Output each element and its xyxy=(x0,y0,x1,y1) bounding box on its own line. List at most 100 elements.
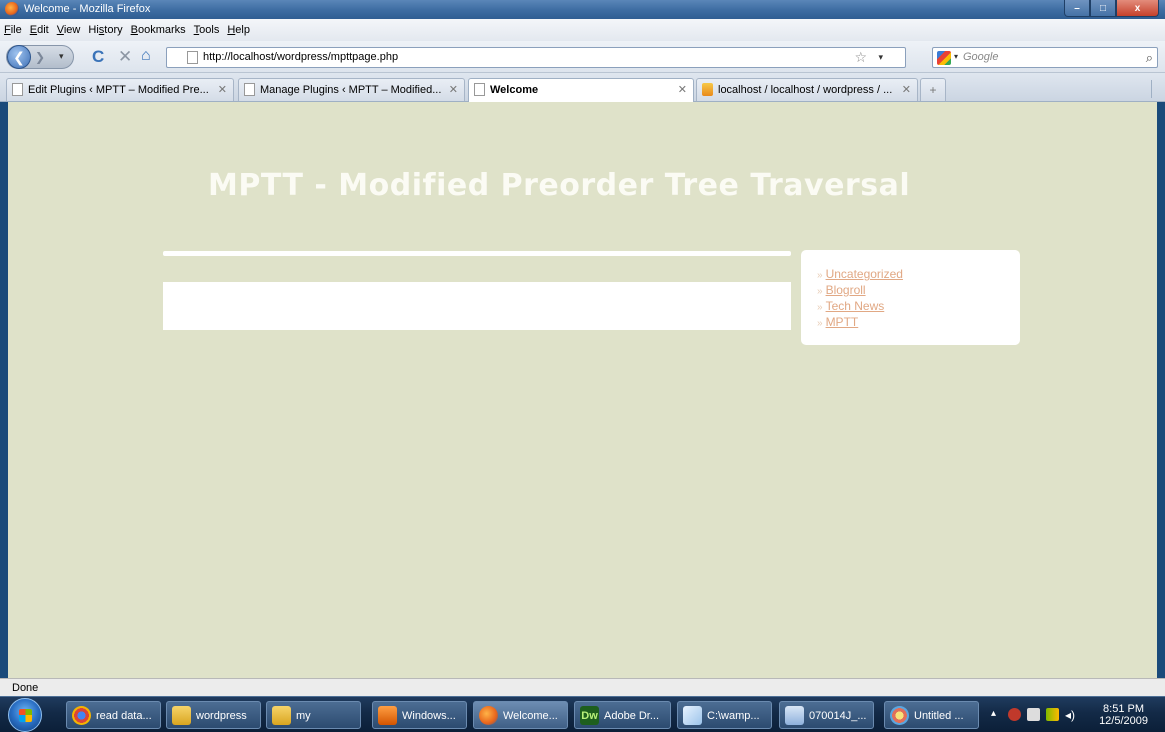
taskbar-item-label: Welcome... xyxy=(503,710,558,722)
taskbar-item-label: read data... xyxy=(96,710,152,722)
windows-taskbar: read data... wordpress my Windows... Wel… xyxy=(0,696,1165,732)
media-player-icon xyxy=(378,706,397,725)
minimize-button[interactable]: – xyxy=(1064,0,1090,17)
new-tab-button[interactable]: + xyxy=(920,78,946,101)
folder-icon xyxy=(172,706,191,725)
status-text: Done xyxy=(12,682,39,694)
close-button[interactable]: x xyxy=(1116,0,1159,17)
start-button[interactable] xyxy=(8,698,42,732)
tab-close-icon[interactable]: ✕ xyxy=(218,83,227,96)
phpmyadmin-icon xyxy=(702,83,713,96)
taskbar-item-dreamweaver[interactable]: Dw Adobe Dr... xyxy=(574,701,671,729)
word-icon xyxy=(785,706,804,725)
back-button[interactable]: ❮ xyxy=(7,45,31,69)
taskbar-item-windows-media[interactable]: Windows... xyxy=(372,701,467,729)
taskbar-item-label: Windows... xyxy=(402,710,456,722)
taskbar-item-my[interactable]: my xyxy=(266,701,361,729)
clock-date: 12/5/2009 xyxy=(1099,715,1148,727)
taskbar-item-label: my xyxy=(296,710,311,722)
taskbar-item-label: 070014J_... xyxy=(809,710,867,722)
page-icon xyxy=(12,83,23,96)
search-engine-dropdown-icon[interactable]: ▾ xyxy=(954,52,958,61)
tab-manage-plugins[interactable]: Manage Plugins ‹ MPTT – Modified... ✕ xyxy=(238,78,465,101)
taskbar-item-label: Untitled ... xyxy=(914,710,964,722)
tab-close-icon[interactable]: ✕ xyxy=(449,83,458,96)
navigation-toolbar: ❮ ❯ ▾ C ✕ ⌂ http://localhost/wordpress/m… xyxy=(0,41,1165,73)
window-titlebar[interactable]: Welcome - Mozilla Firefox – □ x xyxy=(0,0,1165,19)
tab-label: Edit Plugins ‹ MPTT – Modified Pre... xyxy=(28,84,209,96)
stop-button[interactable]: ✕ xyxy=(118,47,132,67)
tab-label: Welcome xyxy=(490,84,539,96)
url-text[interactable]: http://localhost/wordpress/mpttpage.php xyxy=(203,51,398,63)
device-icon[interactable] xyxy=(1027,708,1040,721)
menu-view[interactable]: View xyxy=(57,24,81,36)
category-item: » Uncategorized xyxy=(817,267,1020,283)
search-box[interactable]: ▾ Google ⌕ xyxy=(932,47,1158,68)
system-tray: ▴ ◂) 8:51 PM 12/5/2009 xyxy=(985,701,1162,729)
forward-button[interactable]: ❯ xyxy=(35,50,45,64)
reload-button[interactable]: C xyxy=(92,47,104,67)
search-icon[interactable]: ⌕ xyxy=(1146,50,1153,66)
taskbar-item-wamp[interactable]: C:\wamp... xyxy=(677,701,772,729)
maximize-button[interactable]: □ xyxy=(1090,0,1116,17)
bullet-icon: » xyxy=(817,270,823,281)
taskbar-item-wordpress[interactable]: wordpress xyxy=(166,701,261,729)
page-icon xyxy=(474,83,485,96)
tab-edit-plugins[interactable]: Edit Plugins ‹ MPTT – Modified Pre... ✕ xyxy=(6,78,234,101)
dreamweaver-icon: Dw xyxy=(580,706,599,725)
taskbar-item-label: C:\wamp... xyxy=(707,710,760,722)
menu-tools[interactable]: Tools xyxy=(194,24,220,36)
page-viewport: MPTT - Modified Preorder Tree Traversal … xyxy=(8,102,1157,678)
google-icon[interactable] xyxy=(937,51,951,65)
show-hidden-icons-button[interactable]: ▴ xyxy=(991,708,996,719)
status-bar: Done xyxy=(0,678,1165,696)
taskbar-item-word-doc[interactable]: 070014J_... xyxy=(779,701,874,729)
category-link-uncategorized[interactable]: Uncategorized xyxy=(826,267,903,281)
url-bar[interactable]: http://localhost/wordpress/mpttpage.php … xyxy=(166,47,906,68)
url-dropdown-icon[interactable]: ▾ xyxy=(878,52,883,63)
volume-icon[interactable]: ◂) xyxy=(1065,708,1075,722)
menu-history[interactable]: History xyxy=(88,24,122,36)
firefox-icon xyxy=(5,2,19,16)
chrome-icon xyxy=(72,706,91,725)
tab-phpmyadmin[interactable]: localhost / localhost / wordpress / ... … xyxy=(696,78,918,101)
category-item: » MPTT xyxy=(817,315,1020,331)
taskbar-item-paint[interactable]: Untitled ... xyxy=(884,701,979,729)
page-icon xyxy=(187,51,198,64)
antivirus-icon[interactable] xyxy=(1008,708,1021,721)
category-link-mptt[interactable]: MPTT xyxy=(826,315,859,329)
clock[interactable]: 8:51 PM 12/5/2009 xyxy=(1099,703,1148,727)
menu-bookmarks[interactable]: Bookmarks xyxy=(131,24,186,36)
back-arrow-icon: ❮ xyxy=(13,48,25,65)
menu-edit[interactable]: Edit xyxy=(30,24,49,36)
history-dropdown-button[interactable]: ▾ xyxy=(59,51,64,62)
tab-close-icon[interactable]: ✕ xyxy=(902,83,911,96)
site-title: MPTT - Modified Preorder Tree Traversal xyxy=(208,168,911,203)
bullet-icon: » xyxy=(817,302,823,313)
tab-welcome[interactable]: Welcome ✕ xyxy=(468,78,694,102)
bookmark-star-icon[interactable]: ☆ xyxy=(854,49,867,66)
home-button[interactable]: ⌂ xyxy=(141,47,151,65)
taskbar-item-firefox[interactable]: Welcome... xyxy=(473,701,568,729)
bullet-icon: » xyxy=(817,318,823,329)
taskbar-item-label: wordpress xyxy=(196,710,247,722)
tab-label: localhost / localhost / wordpress / ... xyxy=(718,84,893,96)
search-input[interactable]: Google xyxy=(963,51,998,63)
category-link-tech-news[interactable]: Tech News xyxy=(826,299,885,313)
window-title: Welcome - Mozilla Firefox xyxy=(24,3,151,15)
sidebar-categories: » Uncategorized » Blogroll » Tech News » MPT… xyxy=(801,250,1020,345)
tab-bar: Edit Plugins ‹ MPTT – Modified Pre... ✕ … xyxy=(0,73,1165,102)
tab-close-icon[interactable]: ✕ xyxy=(678,83,687,96)
network-icon[interactable] xyxy=(1046,708,1059,721)
taskbar-item-label: Adobe Dr... xyxy=(604,710,660,722)
category-list: » Uncategorized » Blogroll » Tech News » MPT… xyxy=(817,267,1020,331)
menu-file[interactable]: File xyxy=(4,24,22,36)
category-item: » Tech News xyxy=(817,299,1020,315)
notepad-icon xyxy=(683,706,702,725)
taskbar-item-read-data[interactable]: read data... xyxy=(66,701,161,729)
menu-help[interactable]: Help xyxy=(227,24,250,36)
window-controls: – □ x xyxy=(1064,0,1159,17)
category-link-blogroll[interactable]: Blogroll xyxy=(826,283,866,297)
menu-bar: File Edit View History Bookmarks Tools H… xyxy=(0,19,1165,41)
tab-label: Manage Plugins ‹ MPTT – Modified... xyxy=(260,84,442,96)
